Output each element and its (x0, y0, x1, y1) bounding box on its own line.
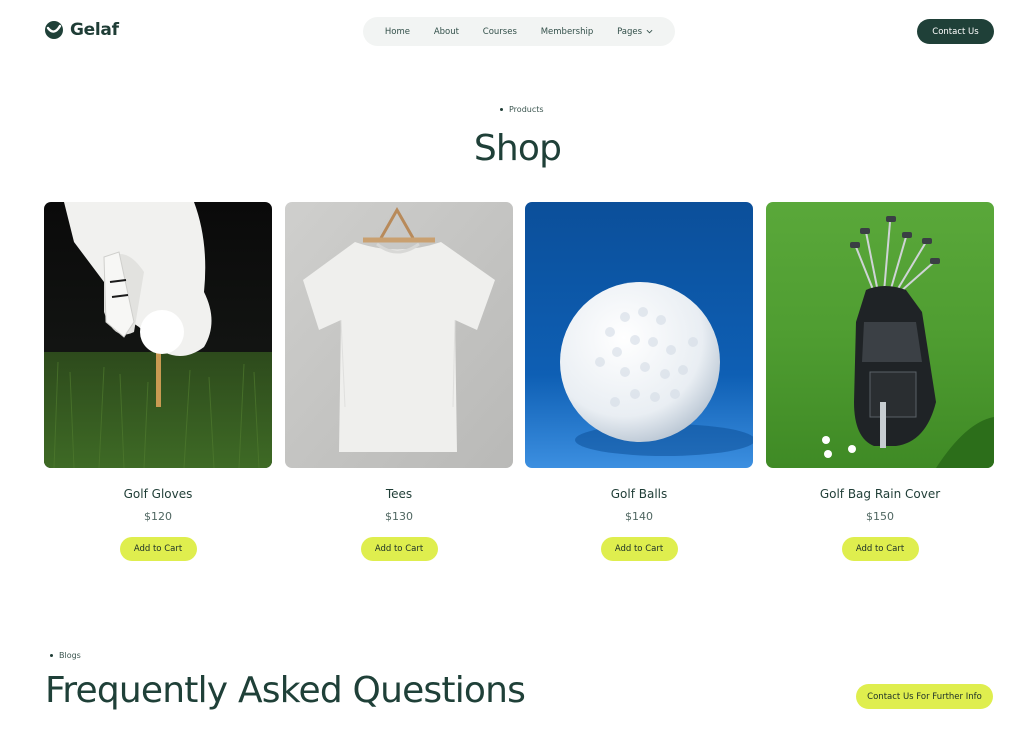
nav-item-about[interactable]: About (434, 27, 459, 37)
product-image-golf-gloves[interactable] (44, 202, 272, 468)
golf-ball-image (525, 202, 753, 468)
product-name[interactable]: Tees (285, 487, 513, 501)
contact-us-button[interactable]: Contact Us (917, 19, 994, 44)
nav-item-membership[interactable]: Membership (541, 27, 594, 37)
contact-further-info-button[interactable]: Contact Us For Further Info (856, 684, 993, 709)
product-card: Golf Gloves $120 Add to Cart (44, 202, 272, 561)
product-name[interactable]: Golf Bag Rain Cover (766, 487, 994, 501)
product-name[interactable]: Golf Gloves (44, 487, 272, 501)
chevron-down-icon (646, 29, 653, 34)
nav-item-pages[interactable]: Pages (617, 27, 653, 37)
faq-eyebrow-label: Blogs (59, 651, 81, 660)
main-nav: Home About Courses Membership Pages (363, 17, 675, 46)
product-image-tees[interactable] (285, 202, 513, 468)
add-to-cart-button[interactable]: Add to Cart (119, 537, 197, 561)
shop-eyebrow: Products (500, 105, 544, 114)
golf-bag-image (766, 202, 994, 468)
tshirt-image (285, 202, 513, 468)
product-image-golf-bag-rain-cover[interactable] (766, 202, 994, 468)
shop-eyebrow-label: Products (509, 105, 544, 114)
product-card: Tees $130 Add to Cart (285, 202, 513, 561)
bullet-dot (50, 654, 53, 657)
nav-item-courses[interactable]: Courses (483, 27, 517, 37)
site-header: Gelaf Home About Courses Membership Page… (0, 0, 1035, 64)
faq-title: Frequently Asked Questions (45, 670, 526, 711)
product-price: $120 (144, 510, 172, 523)
product-image-golf-balls[interactable] (525, 202, 753, 468)
product-card: Golf Bag Rain Cover $150 Add to Cart (766, 202, 994, 561)
nav-item-pages-label: Pages (617, 26, 643, 37)
product-price: $140 (625, 510, 653, 523)
faq-eyebrow: Blogs (50, 651, 81, 660)
shop-title: Shop (473, 128, 562, 169)
brand-name: Gelaf (70, 20, 119, 40)
product-card: Golf Balls $140 Add to Cart (525, 202, 753, 561)
nav-item-home[interactable]: Home (385, 27, 410, 37)
brand-logo[interactable]: Gelaf (44, 20, 119, 40)
product-name[interactable]: Golf Balls (525, 487, 753, 501)
bullet-dot (500, 108, 503, 111)
product-price: $130 (385, 510, 413, 523)
logo-icon (45, 21, 63, 39)
add-to-cart-button[interactable]: Add to Cart (841, 537, 919, 561)
add-to-cart-button[interactable]: Add to Cart (600, 537, 678, 561)
golf-glove-image (44, 202, 272, 468)
product-price: $150 (866, 510, 894, 523)
add-to-cart-button[interactable]: Add to Cart (360, 537, 438, 561)
